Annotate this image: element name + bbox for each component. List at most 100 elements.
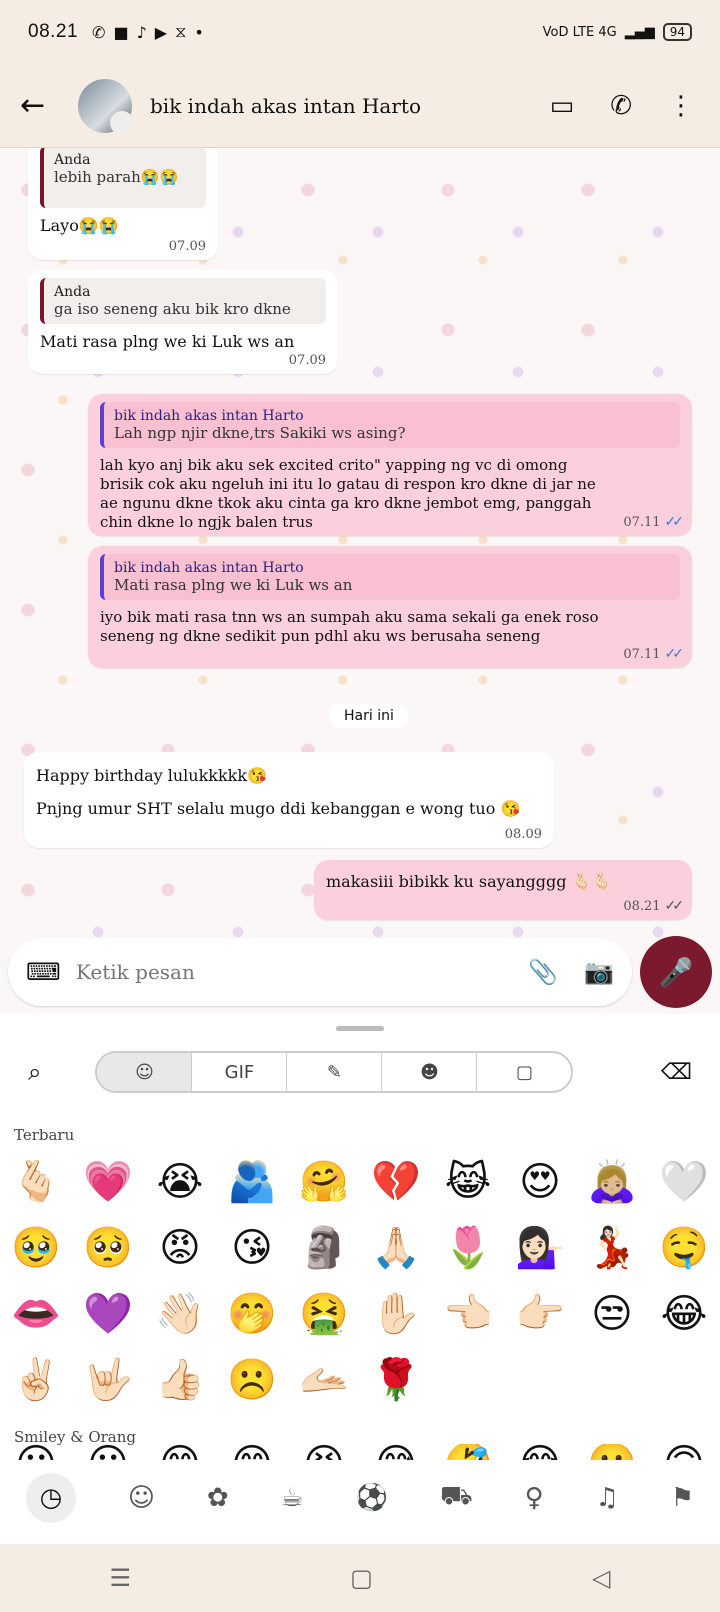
chat-area[interactable]: Anda lebih parah😭😭 Layo😭😭 07.09 Anda ga … [0,148,720,1014]
emoji[interactable]: 👍🏻 [144,1354,216,1406]
drag-handle[interactable] [336,1026,384,1031]
contact-name[interactable]: bik indah akas intan Harto [150,94,421,118]
emoji[interactable]: 🫴🏻 [288,1354,360,1406]
emoji[interactable]: 💁🏻‍♀️ [504,1222,576,1274]
status-time: 08.21 [28,21,79,42]
emoji[interactable]: 💜 [72,1288,144,1340]
message-bubble-in[interactable]: Happy birthday lulukkkkk😘 Pnjng umur SHT… [24,752,554,848]
chat-header: ← bik indah akas intan Harto ▭ ✆ ⋮ [0,64,720,148]
message-bubble-out[interactable]: bik indah akas intan Harto Mati rasa pln… [88,546,692,668]
emoji[interactable]: 🙂 [576,1444,648,1460]
emoji[interactable]: 🫂 [216,1156,288,1208]
emoji[interactable]: 😃 [72,1444,144,1460]
emoji-category-bar: ◷ ☺ ✿ ☕ ⚽ ⛟ ♀ ♫ ⚑ [0,1460,720,1536]
home-icon[interactable]: ▢ [350,1564,373,1592]
emoji[interactable]: ☹️ [216,1354,288,1406]
smiley-icon[interactable]: ☺ [128,1483,155,1513]
car-icon[interactable]: ⛟ [440,1481,473,1515]
emoji[interactable]: 😅 [360,1444,432,1460]
emoji[interactable]: 🤮 [288,1288,360,1340]
back-icon[interactable]: ◁ [592,1564,610,1592]
back-arrow-icon[interactable]: ← [20,90,60,121]
emoji[interactable]: 👄 [0,1288,72,1340]
smiley-emoji-row: 😀 😃 😄 😁 😆 😅 🤣 😂 🙂 🙃 [0,1444,720,1460]
message-meta: 08.09 [505,827,542,842]
tab-avatar[interactable]: ☻ [382,1053,478,1091]
message-text: Layo😭😭 [40,216,119,235]
emoji[interactable]: 💃🏻 [576,1222,648,1274]
keyboard-icon[interactable]: ⌨ [26,958,66,986]
emoji[interactable]: 😭 [144,1156,216,1208]
tab-stickers[interactable]: ▢ [477,1053,571,1091]
quoted-message[interactable]: bik indah akas intan Harto Lah ngp njir … [100,402,680,448]
emoji[interactable]: 🗿 [288,1222,360,1274]
message-bubble-in[interactable]: Anda lebih parah😭😭 Layo😭😭 07.09 [28,148,218,260]
emoji[interactable]: 🤗 [288,1156,360,1208]
emoji[interactable]: 🤟🏻 [72,1354,144,1406]
phone-icon[interactable]: ✆ [610,91,632,121]
attach-icon[interactable]: 📎 [528,958,558,986]
emoji[interactable]: 👋🏻 [144,1288,216,1340]
emoji[interactable]: 🤤 [648,1222,720,1274]
emoji[interactable]: 🙏🏻 [360,1222,432,1274]
emoji[interactable]: 😘 [216,1222,288,1274]
message-text-line2: Pnjng umur SHT selalu mugo ddi kebanggan… [36,799,521,818]
emoji[interactable]: 🌹 [360,1354,432,1406]
emoji[interactable]: ✌🏻 [0,1354,72,1406]
video-call-icon[interactable]: ▭ [550,91,575,121]
recent-apps-icon[interactable]: ☰ [110,1564,132,1592]
emoji[interactable]: ✋🏻 [360,1288,432,1340]
emoji[interactable]: 😒 [576,1288,648,1340]
emoji[interactable]: 🌷 [432,1222,504,1274]
emoji[interactable]: 🫰🏻 [0,1156,72,1208]
message-bubble-out[interactable]: bik indah akas intan Harto Lah ngp njir … [88,394,692,536]
emoji[interactable]: 😹 [432,1156,504,1208]
capcut-icon: ⧖ [175,22,187,41]
emoji[interactable]: 😡 [144,1222,216,1274]
emoji[interactable]: 💗 [72,1156,144,1208]
emoji[interactable]: 👉🏻 [504,1288,576,1340]
more-options-icon[interactable]: ⋮ [668,91,694,121]
emoji[interactable]: 🙇🏼‍♀️ [576,1156,648,1208]
quoted-message[interactable]: Anda lebih parah😭😭 [40,148,206,208]
avatar[interactable] [78,78,134,135]
quoted-message[interactable]: Anda ga iso seneng aku bik kro dkne [40,278,326,324]
symbols-icon[interactable]: ♫ [596,1483,619,1513]
tab-gif[interactable]: GIF [192,1053,288,1091]
tab-create[interactable]: ✎ [287,1053,383,1091]
emoji[interactable]: 😂 [504,1444,576,1460]
emoji[interactable]: 🙃 [648,1444,720,1460]
message-time: 08.21 [623,898,661,914]
camera-icon[interactable]: 📷 [584,958,614,986]
emoji[interactable]: 💔 [360,1156,432,1208]
signal-icon: ▂▄▆ [624,24,655,40]
recent-icon[interactable]: ◷ [25,1473,76,1523]
sport-icon[interactable]: ⚽ [356,1483,388,1513]
tab-emoji[interactable]: ☺ [97,1053,193,1091]
search-icon[interactable]: ⌕ [28,1058,41,1086]
emoji[interactable]: 🤣 [432,1444,504,1460]
emoji[interactable]: 😂 [648,1288,720,1340]
message-input[interactable] [76,960,503,984]
notification-icons: ✆ ■ ♪ ▶ ⧖ • [92,22,204,42]
food-icon[interactable]: ☕ [281,1483,304,1513]
message-text: iyo bik mati rasa tnn ws an sumpah aku s… [100,608,599,645]
emoji[interactable]: 🥹 [0,1222,72,1274]
quoted-message[interactable]: bik indah akas intan Harto Mati rasa pln… [100,554,680,600]
emoji[interactable]: 😁 [216,1444,288,1460]
emoji[interactable]: 😀 [0,1444,72,1460]
message-bubble-out[interactable]: makasiii bibikk ku sayangggg 🫰🏻🫰🏻 08.21 … [314,860,692,920]
animal-icon[interactable]: ✿ [207,1483,229,1513]
emoji[interactable]: 🥺 [72,1222,144,1274]
emoji[interactable]: 😆 [288,1444,360,1460]
emoji[interactable]: 👈🏻 [432,1288,504,1340]
mic-button[interactable]: 🎤 [640,936,712,1008]
emoji[interactable]: 😄 [144,1444,216,1460]
emoji[interactable]: 🤍 [648,1156,720,1208]
bulb-icon[interactable]: ♀ [525,1483,544,1513]
emoji[interactable]: 😍 [504,1156,576,1208]
message-bubble-in[interactable]: Anda ga iso seneng aku bik kro dkne Mati… [28,270,338,374]
emoji[interactable]: 🤭 [216,1288,288,1340]
backspace-icon[interactable]: ⌫ [661,1060,692,1085]
flag-icon[interactable]: ⚑ [671,1483,694,1513]
